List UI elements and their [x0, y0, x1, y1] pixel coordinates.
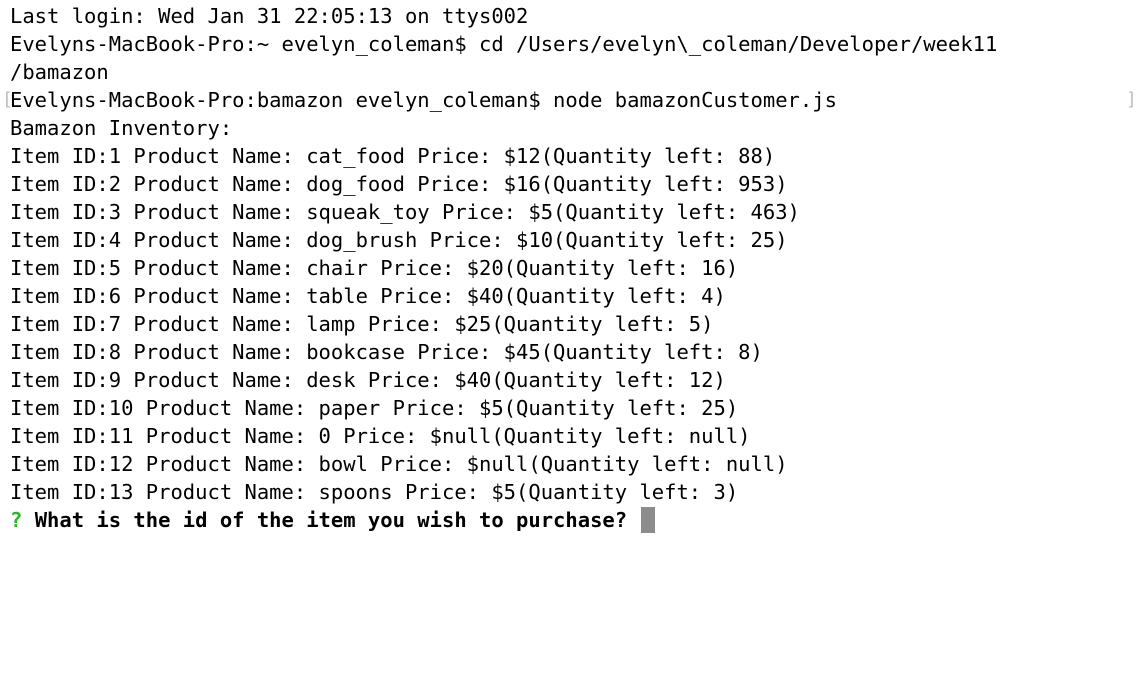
inventory-line: Item ID:12 Product Name: bowl Price: $nu… [10, 452, 788, 476]
inventory-line: Item ID:9 Product Name: desk Price: $40(… [10, 368, 726, 392]
prompt-question-mark-icon: ? [10, 508, 23, 532]
inventory-line: Item ID:13 Product Name: spoons Price: $… [10, 480, 739, 504]
inventory-line: Item ID:7 Product Name: lamp Price: $25(… [10, 312, 714, 336]
inventory-line: Item ID:1 Product Name: cat_food Price: … [10, 144, 776, 168]
inventory-line: Item ID:5 Product Name: chair Price: $20… [10, 256, 739, 280]
line-mark-bracket: ] [1126, 89, 1137, 110]
inventory-line: Item ID:10 Product Name: paper Price: $5… [10, 396, 739, 420]
inventory-line: Item ID:2 Product Name: dog_food Price: … [10, 172, 788, 196]
inventory-line: Item ID:3 Product Name: squeak_toy Price… [10, 200, 800, 224]
terminal-line-node-command: Evelyns-MacBook-Pro:bamazon evelyn_colem… [2, 86, 1138, 114]
terminal-line-last-login: Last login: Wed Jan 31 22:05:13 on ttys0… [10, 4, 529, 28]
terminal-line-cd-wrap: /bamazon [10, 60, 109, 84]
purchase-prompt[interactable]: ? What is the id of the item you wish to… [10, 506, 1138, 534]
prompt-question-text: What is the id of the item you wish to p… [34, 508, 628, 532]
inventory-line: Item ID:4 Product Name: dog_brush Price:… [10, 228, 788, 252]
terminal-line-cd-command: Evelyns-MacBook-Pro:~ evelyn_coleman$ cd… [10, 32, 998, 56]
inventory-line: Item ID:8 Product Name: bookcase Price: … [10, 340, 763, 364]
terminal-line-inventory-header: Bamazon Inventory: [10, 116, 233, 140]
terminal-window[interactable]: Last login: Wed Jan 31 22:05:13 on ttys0… [0, 0, 1138, 684]
text-cursor[interactable] [641, 507, 656, 533]
inventory-line: Item ID:11 Product Name: 0 Price: $null(… [10, 424, 751, 448]
inventory-line: Item ID:6 Product Name: table Price: $40… [10, 284, 726, 308]
terminal-line-node-command-text: Evelyns-MacBook-Pro:bamazon evelyn_colem… [10, 88, 837, 112]
